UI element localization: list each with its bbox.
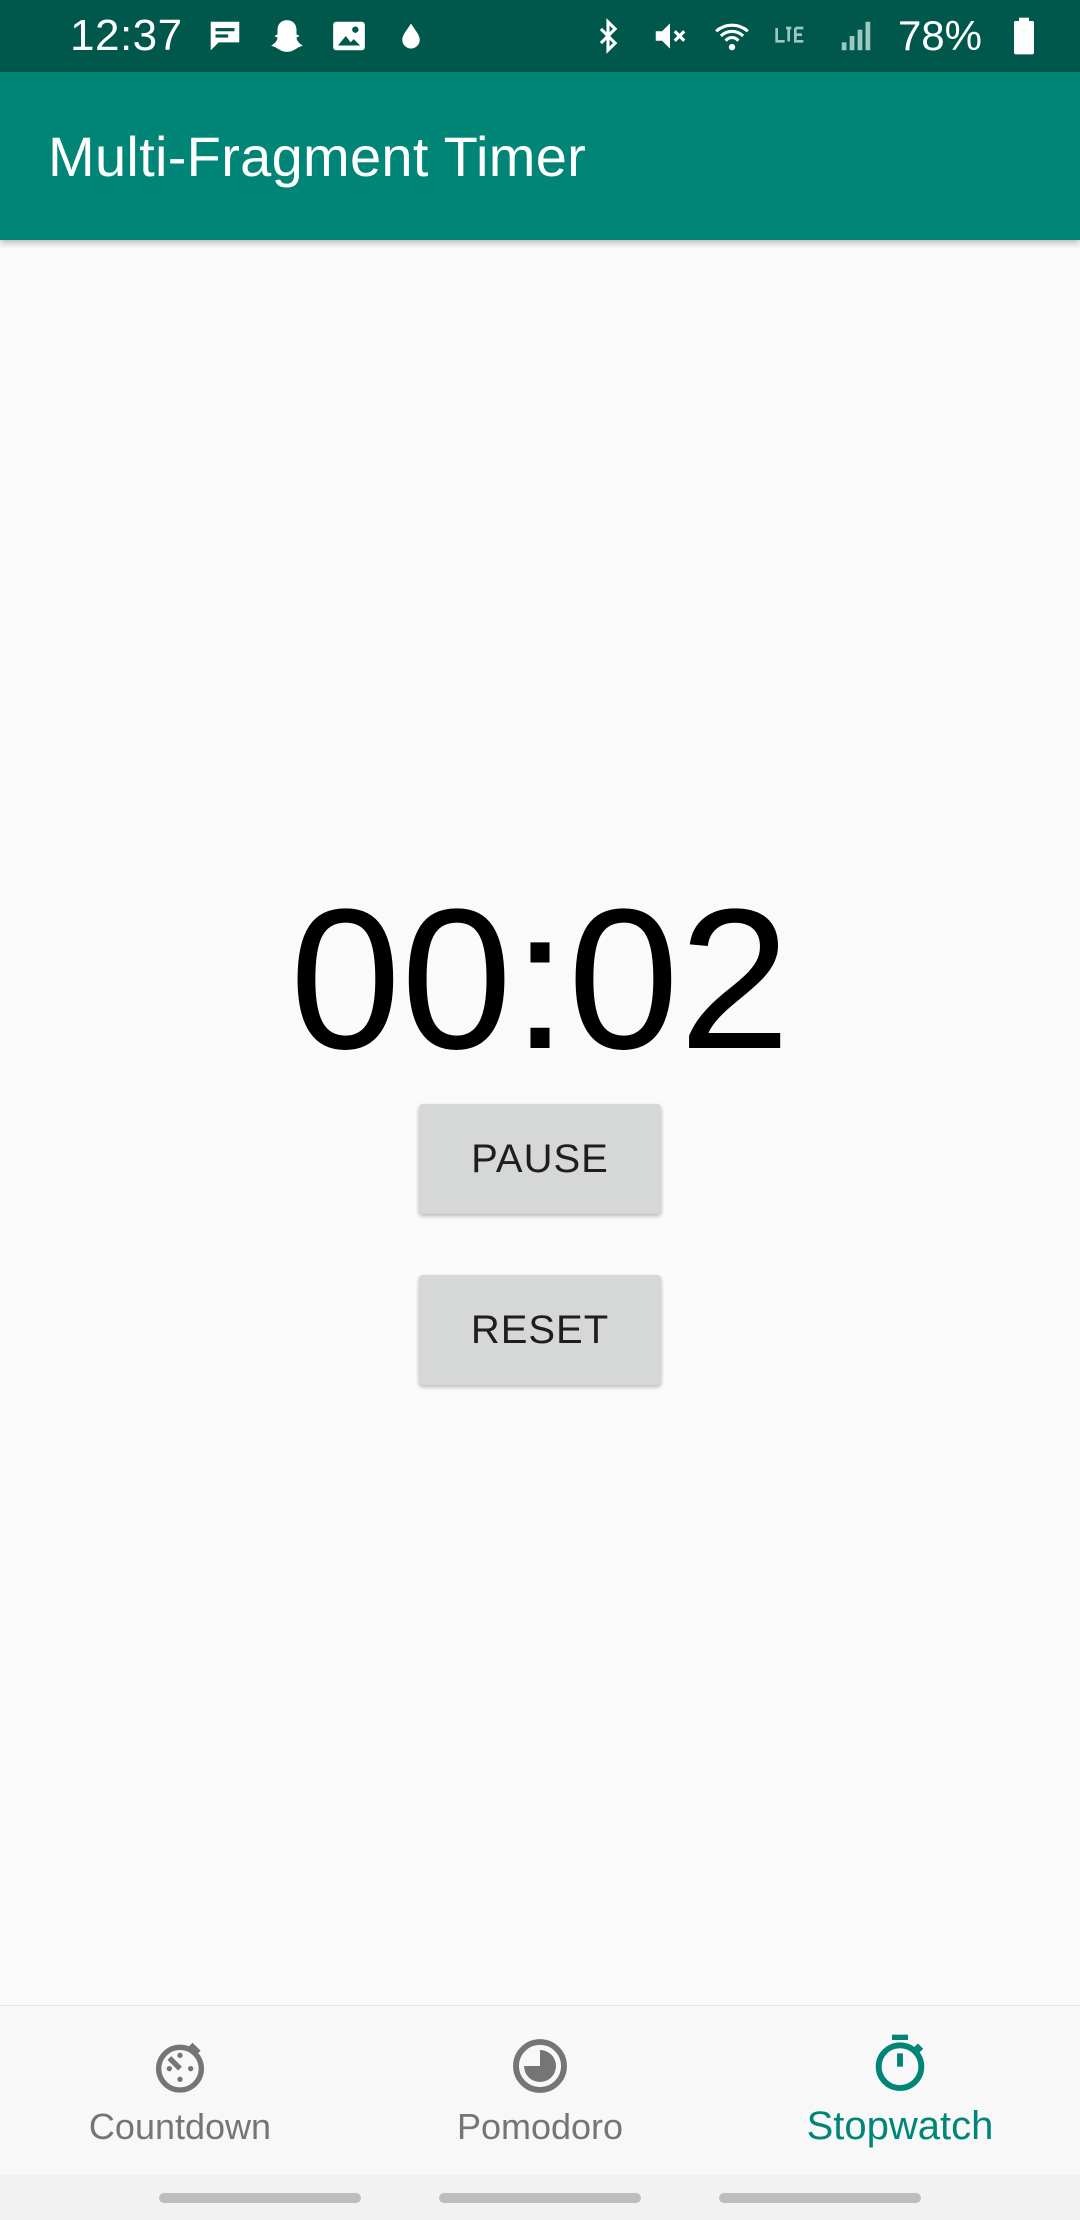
status-right: 78% [588,12,1044,60]
status-time: 12:37 [70,11,183,60]
timer-display: 00:02 [289,868,791,1091]
gesture-bar [0,2175,1080,2220]
bluetooth-icon [588,16,628,56]
nav-label-pomodoro: Pomodoro [456,2105,624,2147]
app-title: Multi-Fragment Timer [48,124,587,188]
status-left: 12:37 [70,11,431,61]
nav-label-countdown: Countdown [88,2105,272,2147]
nav-item-stopwatch[interactable]: Stopwatch [720,2006,1080,2175]
stopwatch-screen: 00:02 PAUSE RESET [0,240,1080,2005]
pause-button[interactable]: PAUSE [419,1104,661,1214]
countdown-icon [156,2042,204,2093]
gesture-pill[interactable] [159,2192,361,2203]
snapchat-icon [267,16,307,56]
battery-icon [1004,16,1044,56]
mute-icon [650,16,690,56]
app-bar: Multi-Fragment Timer [0,72,1080,240]
reset-button[interactable]: RESET [419,1275,661,1385]
bottom-navigation: Countdown Pomodoro Stopwatch [0,2005,1080,2175]
nav-label-stopwatch: Stopwatch [806,2104,994,2148]
message-icon [205,16,245,56]
nav-item-pomodoro[interactable]: Pomodoro [360,2006,720,2175]
stopwatch-icon [875,2034,925,2091]
drop-icon [391,16,431,56]
status-bar: 12:37 78% [0,0,1080,72]
lte-icon [774,16,814,56]
signal-icon [836,16,876,56]
gesture-pill[interactable] [719,2192,921,2203]
wifi-icon [712,16,752,56]
nav-item-countdown[interactable]: Countdown [0,2006,360,2175]
gesture-pill[interactable] [439,2192,641,2203]
pomodoro-icon [513,2038,567,2093]
battery-percent: 78% [897,12,982,59]
image-icon [329,16,369,56]
